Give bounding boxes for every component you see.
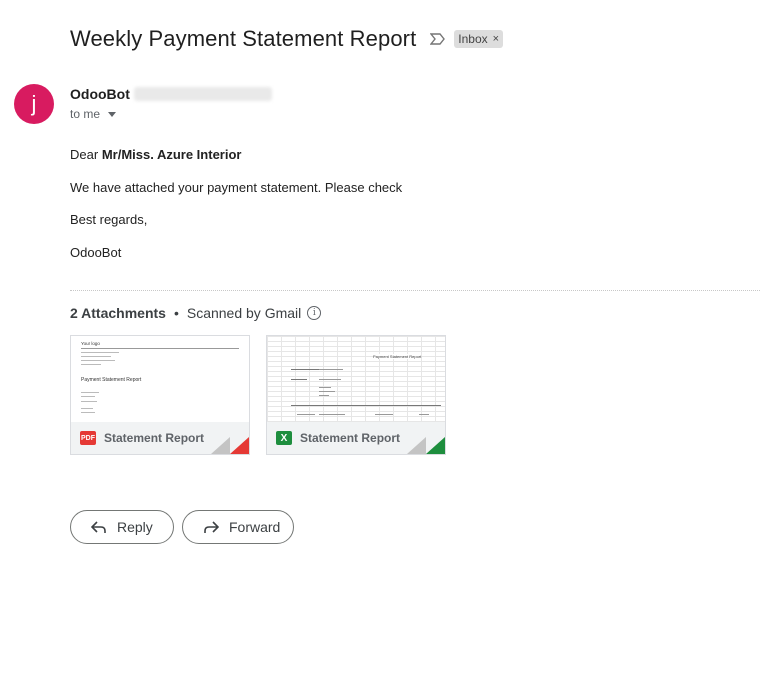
reply-button[interactable]: Reply bbox=[70, 510, 174, 544]
attachments-divider bbox=[70, 290, 760, 291]
attachment-card-pdf[interactable]: Your logo Payment Statement Report PDF S… bbox=[70, 335, 250, 455]
inbox-label-chip[interactable]: Inbox × bbox=[454, 30, 504, 48]
forward-arrow-icon bbox=[204, 521, 219, 533]
sender-row: OdooBot bbox=[70, 86, 272, 102]
greeting-line: Dear Mr/Miss. Azure Interior bbox=[70, 147, 241, 162]
attachment-thumbnail-pdf: Your logo Payment Statement Report bbox=[71, 336, 249, 422]
attachment-card-spreadsheet[interactable]: Payment Statement Report X Statement Rep… bbox=[266, 335, 446, 455]
attachment-thumbnail-spreadsheet: Payment Statement Report bbox=[267, 336, 445, 422]
thumb-title-text: Payment Statement Report bbox=[373, 354, 422, 359]
spreadsheet-file-icon: X bbox=[276, 431, 292, 445]
reply-arrow-icon bbox=[91, 521, 106, 533]
pdf-corner-fold-icon bbox=[211, 437, 249, 454]
subject-row: Weekly Payment Statement Report Inbox × bbox=[70, 26, 504, 52]
recipient-label: to me bbox=[70, 107, 101, 121]
sender-avatar[interactable]: j bbox=[14, 84, 54, 124]
body-line-1: We have attached your payment statement.… bbox=[70, 180, 403, 195]
info-icon[interactable]: i bbox=[307, 306, 322, 320]
spreadsheet-corner-fold-icon bbox=[407, 437, 445, 454]
body-line-2: Best regards, bbox=[70, 212, 148, 227]
body-line-3: OdooBot bbox=[70, 245, 122, 260]
attachments-count: 2 Attachments bbox=[70, 305, 166, 321]
sender-email-redacted bbox=[133, 87, 272, 101]
reply-button-label: Reply bbox=[117, 519, 153, 535]
forward-button[interactable]: Forward bbox=[182, 510, 294, 544]
chevron-down-icon bbox=[108, 111, 117, 117]
forward-button-label: Forward bbox=[229, 519, 281, 535]
thumb-logo-text: Your logo bbox=[81, 341, 100, 346]
remove-label-icon[interactable]: × bbox=[493, 33, 499, 45]
pdf-file-icon: PDF bbox=[80, 431, 96, 445]
inbox-label-text: Inbox bbox=[458, 32, 488, 46]
greeting-prefix: Dear bbox=[70, 147, 99, 162]
recipient-details-toggle[interactable]: to me bbox=[70, 107, 117, 121]
thumb-title-text: Payment Statement Report bbox=[81, 377, 142, 383]
attachments-header: 2 Attachments • Scanned by Gmail i bbox=[70, 305, 322, 321]
separator-dot: • bbox=[173, 305, 179, 321]
scanned-label: Scanned by Gmail bbox=[186, 305, 302, 321]
sender-name[interactable]: OdooBot bbox=[70, 86, 130, 102]
greeting-name: Mr/Miss. Azure Interior bbox=[101, 147, 242, 162]
attachment-name: Statement Report bbox=[300, 431, 401, 445]
important-marker-icon[interactable] bbox=[430, 32, 446, 46]
email-subject: Weekly Payment Statement Report bbox=[70, 26, 417, 51]
attachment-name: Statement Report bbox=[104, 431, 205, 445]
